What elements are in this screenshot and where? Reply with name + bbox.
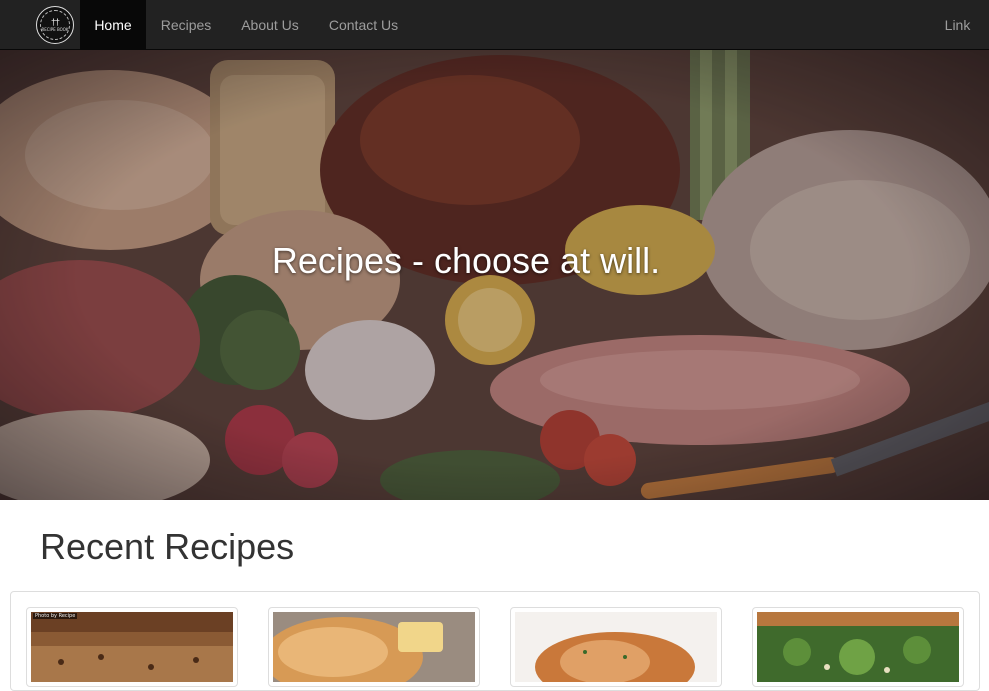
nav-item-home[interactable]: Home <box>80 0 146 50</box>
section-title-recent-recipes: Recent Recipes <box>40 526 295 567</box>
photo-credit: Photo by Recipe <box>33 613 78 619</box>
navbar: †† RECIPE BOOK Home Recipes About Us Con… <box>0 0 989 50</box>
recipe-thumbnail-crescent-rolls[interactable] <box>268 607 480 687</box>
hero-title: Recipes - choose at will. <box>271 240 661 281</box>
nav-item-contact-us[interactable]: Contact Us <box>314 0 413 50</box>
brand-logo[interactable]: †† RECIPE BOOK <box>36 6 74 44</box>
fork-knife-icon: †† <box>50 17 60 27</box>
nav-item-recipes[interactable]: Recipes <box>146 0 226 50</box>
recipe-image <box>515 612 717 682</box>
nav-item-about-us[interactable]: About Us <box>226 0 314 50</box>
hero-banner: Recipes - choose at will. <box>0 50 989 500</box>
brand-text: RECIPE BOOK <box>41 27 69 32</box>
recipe-image <box>273 612 475 682</box>
recipe-thumbnail-banana-bread[interactable]: Photo by Recipe <box>26 607 238 687</box>
recipe-thumbnail-salad-toast[interactable] <box>752 607 964 687</box>
logo-emblem: †† RECIPE BOOK <box>40 10 70 40</box>
recipe-image <box>757 612 959 682</box>
nav-link-right[interactable]: Link <box>930 0 985 50</box>
recipe-thumbnail-grilled-chicken[interactable] <box>510 607 722 687</box>
recipe-image: Photo by Recipe <box>31 612 233 682</box>
